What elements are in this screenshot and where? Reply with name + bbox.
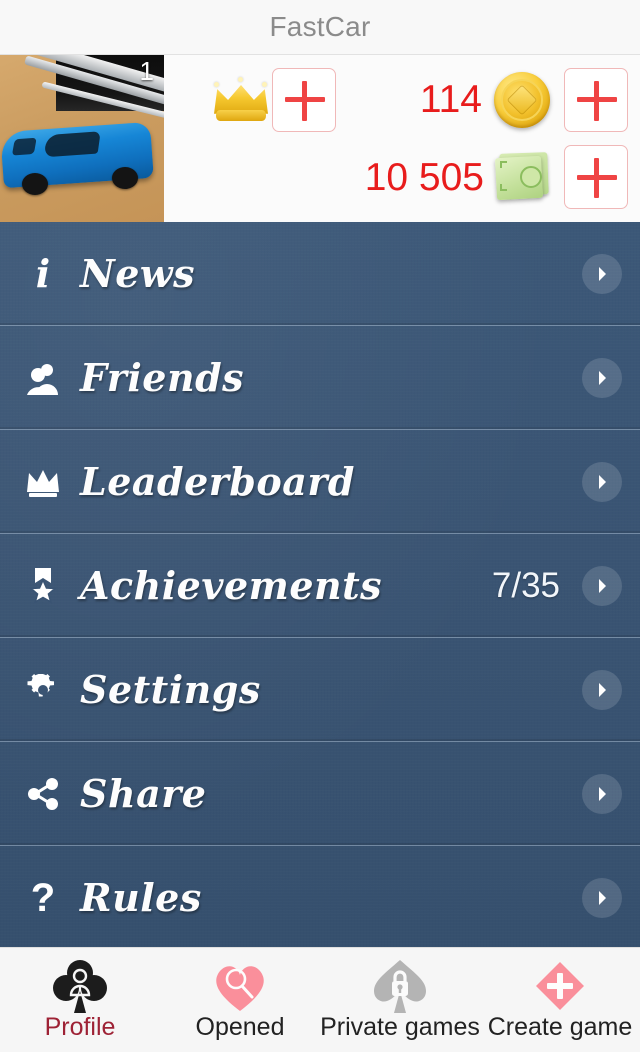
title-bar: FastCar xyxy=(0,0,640,55)
question-icon: ? xyxy=(30,876,56,920)
share-icon xyxy=(20,777,66,811)
chevron-right-icon xyxy=(582,357,622,398)
club-person-icon xyxy=(50,955,110,1017)
medal-star-icon xyxy=(20,567,66,604)
tab-label: Profile xyxy=(44,1013,116,1041)
photo-car-wheel xyxy=(112,167,138,189)
main-menu: i News Friends Leaderboard Achievements … xyxy=(0,222,640,947)
diamond-plus-icon xyxy=(530,955,590,1017)
menu-item-label: News xyxy=(80,250,196,296)
menu-item-friends[interactable]: Friends xyxy=(0,326,640,430)
crown-icon xyxy=(20,467,66,497)
money-amount: 10 505 xyxy=(364,155,484,199)
menu-item-news[interactable]: i News xyxy=(0,222,640,326)
menu-item-settings[interactable]: Settings xyxy=(0,638,640,742)
menu-item-label: Rules xyxy=(80,875,202,920)
app-screen: FastCar 1 114 10 505 i News Friends Lead… xyxy=(0,0,640,1052)
user-avatar[interactable]: 1 xyxy=(0,55,164,222)
crown-icon xyxy=(210,76,272,124)
menu-item-rules[interactable]: ? Rules xyxy=(0,846,640,947)
spade-lock-icon xyxy=(370,955,430,1017)
profile-header: 1 114 10 505 xyxy=(0,55,640,222)
menu-item-share[interactable]: Share xyxy=(0,742,640,846)
banknote-icon xyxy=(494,150,552,204)
bottom-tab-bar: Profile Opened Private games Create game xyxy=(0,947,640,1052)
add-money-button[interactable] xyxy=(564,145,628,210)
tab-label: Opened xyxy=(195,1013,285,1041)
add-vip-button[interactable] xyxy=(272,67,336,132)
chevron-right-icon xyxy=(582,461,622,502)
menu-list: i News Friends Leaderboard Achievements … xyxy=(0,222,640,947)
page-title: FastCar xyxy=(269,11,371,42)
coin-amount: 114 xyxy=(419,78,482,122)
chevron-right-icon xyxy=(582,565,622,606)
currency-panel: 114 10 505 xyxy=(164,55,640,222)
menu-item-achievements[interactable]: Achievements 7/35 xyxy=(0,534,640,638)
menu-item-leaderboard[interactable]: Leaderboard xyxy=(0,430,640,534)
avatar-level-badge: 1 xyxy=(139,56,154,86)
chevron-right-icon xyxy=(582,669,622,710)
chevron-right-icon xyxy=(582,878,622,918)
tab-create-game[interactable]: Create game xyxy=(480,948,640,1052)
photo-car-wheel xyxy=(22,173,48,195)
tab-profile[interactable]: Profile xyxy=(0,948,160,1052)
vip-row: 114 xyxy=(178,61,632,139)
tab-private-games[interactable]: Private games xyxy=(320,948,480,1052)
menu-item-value: 7/35 xyxy=(491,565,560,605)
tab-label: Private games xyxy=(320,1013,480,1041)
menu-item-label: Achievements xyxy=(80,562,383,608)
info-icon: i xyxy=(35,250,51,296)
menu-item-label: Friends xyxy=(80,354,245,400)
gear-icon xyxy=(20,673,66,707)
money-row: 10 505 xyxy=(178,139,632,217)
menu-item-label: Settings xyxy=(80,666,261,712)
heart-search-icon xyxy=(210,955,270,1017)
add-coins-button[interactable] xyxy=(564,67,628,132)
tab-opened[interactable]: Opened xyxy=(160,948,320,1052)
menu-item-label: Share xyxy=(80,770,207,816)
friends-icon xyxy=(20,361,66,395)
tab-label: Create game xyxy=(487,1013,633,1041)
chevron-right-icon xyxy=(582,253,622,294)
chevron-right-icon xyxy=(582,773,622,814)
menu-item-label: Leaderboard xyxy=(80,458,355,504)
gold-coin-icon xyxy=(494,71,550,128)
